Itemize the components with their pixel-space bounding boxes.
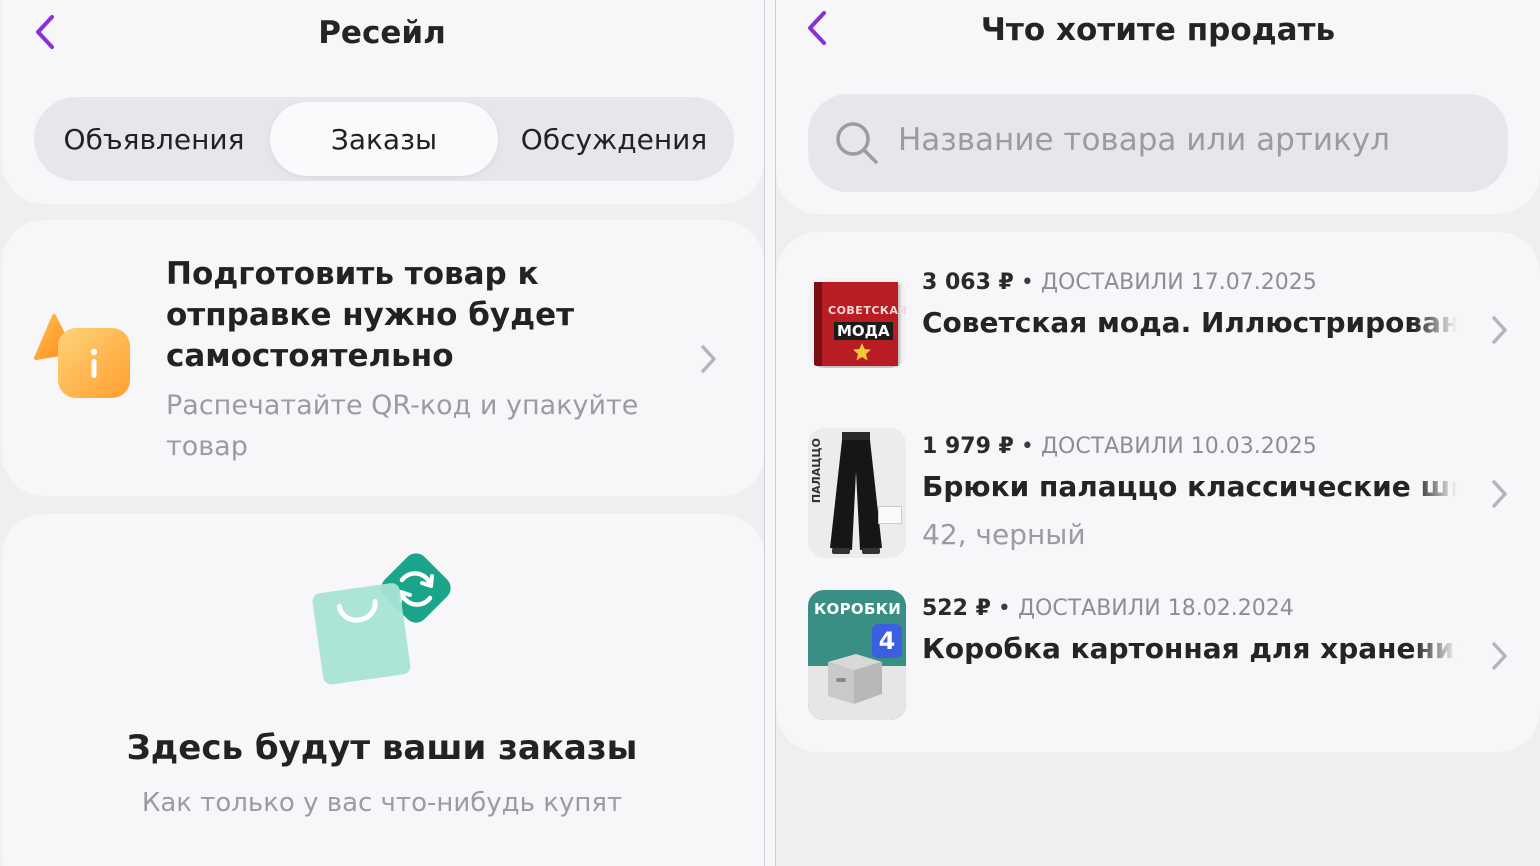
empty-state-title: Здесь будут ваши заказы — [126, 728, 638, 768]
list-item[interactable]: ПАЛАЦЦО 1 979 ₽ • ДОСТАВИЛИ 10.03.2025 Б… — [776, 426, 1540, 566]
sell-item-screen: Что хотите продать Название товара или а… — [776, 0, 1540, 866]
meta-separator: • — [990, 596, 1018, 621]
info-card-title: Подготовить товар к отправке нужно будет… — [166, 256, 575, 374]
screen-divider — [764, 0, 776, 866]
tab-orders[interactable]: Заказы — [270, 102, 498, 176]
product-thumbnail: КОРОБКИ 4 — [808, 590, 906, 720]
meta-separator: • — [1013, 270, 1041, 295]
info-card-subtitle: Распечатайте QR-код и упакуйте товар — [166, 390, 639, 462]
item-name: Коробка картонная для хранения вещей — [922, 632, 1457, 665]
tab-discussions[interactable]: Обсуждения — [500, 102, 728, 176]
thumb-label: ПАЛАЦЦО — [810, 438, 823, 504]
thumb-label: МОДА — [834, 322, 893, 340]
page-title: Ресейл — [318, 15, 446, 51]
search-bar[interactable]: Название товара или артикул — [808, 94, 1508, 192]
empty-state-subtitle: Как только у вас что-нибудь купят — [141, 788, 623, 818]
tab-listings[interactable]: Объявления — [40, 102, 268, 176]
item-name: Брюки палаццо классические широкие — [922, 470, 1457, 503]
chevron-right-icon — [701, 345, 716, 373]
item-price: 522 ₽ — [922, 596, 991, 621]
product-thumbnail: ПАЛАЦЦО — [808, 428, 906, 558]
item-variant: 42, черный — [922, 518, 1086, 551]
chevron-right-icon — [1492, 480, 1507, 508]
item-status: ДОСТАВИЛИ 10.03.2025 — [1040, 434, 1317, 459]
box-image — [828, 654, 882, 704]
shopping-bag-exchange-icon — [312, 553, 451, 685]
list-item[interactable]: СОВЕТСКАЯ МОДА 3 063 ₽ • ДОСТАВИЛИ 17.07… — [776, 262, 1540, 392]
product-thumbnail: СОВЕТСКАЯ МОДА — [808, 278, 906, 368]
thumb-label: СОВЕТСКАЯ — [828, 304, 906, 317]
item-meta: 522 ₽ • ДОСТАВИЛИ 18.02.2024 — [922, 596, 1294, 621]
chevron-right-icon — [1492, 316, 1507, 344]
item-name: Советская мода. Иллюстрированный — [922, 306, 1457, 339]
chevron-right-icon — [1492, 642, 1507, 670]
trousers-image — [830, 432, 882, 554]
list-item[interactable]: КОРОБКИ 4 522 ₽ • ДОСТАВИЛИ 18.02.2024 К… — [776, 590, 1540, 726]
thumb-label: КОРОБКИ — [814, 600, 902, 618]
meta-separator: • — [1013, 434, 1041, 459]
star-icon — [853, 343, 871, 361]
resale-screen: Ресейл Объявления Заказы Обсуждения Подг… — [0, 0, 764, 866]
item-meta: 1 979 ₽ • ДОСТАВИЛИ 10.03.2025 — [922, 434, 1317, 459]
item-meta: 3 063 ₽ • ДОСТАВИЛИ 17.07.2025 — [922, 270, 1317, 295]
segmented-tabs: Объявления Заказы Обсуждения — [34, 97, 734, 181]
item-status: ДОСТАВИЛИ 17.07.2025 — [1040, 270, 1317, 295]
search-input[interactable]: Название товара или артикул — [898, 122, 1390, 158]
item-status: ДОСТАВИЛИ 18.02.2024 — [1017, 596, 1294, 621]
item-price: 1 979 ₽ — [922, 434, 1014, 459]
item-price: 3 063 ₽ — [922, 270, 1014, 295]
search-icon — [836, 122, 878, 164]
page-title: Что хотите продать — [980, 12, 1336, 48]
warning-info-icon — [34, 314, 130, 398]
